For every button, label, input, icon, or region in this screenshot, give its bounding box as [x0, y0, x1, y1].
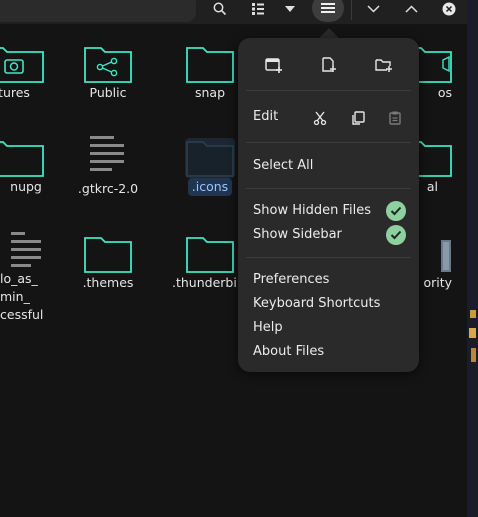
file-item[interactable]: .gtkrc-2.0 [60, 134, 156, 198]
file-item[interactable]: nupg [0, 138, 62, 196]
menu-separator [246, 257, 411, 258]
file-label: .gtkrc-2.0 [77, 181, 139, 196]
cut-button[interactable] [308, 108, 332, 128]
file-label: Public [89, 85, 127, 100]
menu-icon-row [238, 50, 419, 80]
folder-icon [185, 138, 235, 178]
close-icon [442, 2, 456, 16]
file-item[interactable]: .themes [60, 234, 156, 292]
show-hidden-files-check[interactable] [386, 201, 406, 221]
new-document-button[interactable] [309, 50, 349, 80]
chevron-down-icon [285, 6, 295, 12]
file-item[interactable]: Public [60, 44, 156, 102]
file-item[interactable]: tures [0, 44, 62, 102]
folder-icon [0, 141, 44, 177]
header-separator [351, 0, 352, 20]
folder-icon [186, 237, 234, 273]
help-item[interactable]: Help [253, 319, 283, 337]
checkmark-icon [390, 230, 402, 240]
list-view-icon [252, 3, 264, 15]
minimize-button[interactable] [362, 0, 384, 18]
file-item[interactable]: lo_as_ min_ cessful [0, 230, 62, 324]
paste-icon [389, 111, 401, 125]
keyboard-shortcuts-item[interactable]: Keyboard Shortcuts [253, 295, 380, 313]
edit-row: Edit [238, 108, 419, 128]
file-label: lo_as_ min_ cessful [0, 271, 44, 322]
file-label: tures [0, 85, 30, 100]
desktop-wallpaper-detail [469, 310, 476, 362]
checkmark-icon [390, 206, 402, 216]
chevron-up-icon [404, 5, 418, 13]
preferences-item[interactable]: Preferences [253, 271, 329, 289]
close-button[interactable] [439, 0, 459, 18]
folder-pictures-icon [0, 47, 44, 83]
new-document-icon [321, 57, 336, 72]
menu-separator [246, 90, 411, 91]
main-menu-button[interactable] [312, 0, 344, 22]
copy-icon [352, 111, 365, 125]
text-file-icon [11, 232, 41, 267]
copy-button[interactable] [346, 108, 370, 128]
main-menu-popover: Edit Select All Show Hidden Files Show S… [238, 38, 419, 372]
new-folder-button[interactable] [364, 50, 404, 80]
search-icon [213, 2, 227, 16]
menu-separator [246, 142, 411, 143]
chevron-down-icon [366, 5, 380, 13]
file-label: .icons [187, 178, 233, 196]
show-sidebar-check[interactable] [386, 225, 406, 245]
file-label: .themes [82, 275, 134, 290]
show-sidebar-item[interactable]: Show Sidebar [253, 226, 342, 244]
paste-button [383, 108, 407, 128]
file-label: nupg [10, 179, 42, 194]
folder-icon [84, 237, 132, 273]
menu-separator [246, 188, 411, 189]
folder-icon [186, 47, 234, 83]
maximize-button[interactable] [400, 0, 422, 18]
new-folder-icon [374, 59, 392, 72]
new-window-icon [264, 58, 282, 73]
view-options-button[interactable] [281, 0, 299, 18]
show-hidden-files-item[interactable]: Show Hidden Files [253, 202, 371, 220]
path-bar[interactable] [0, 0, 196, 22]
search-button[interactable] [208, 0, 232, 18]
view-toggle-button[interactable] [248, 0, 268, 18]
cut-icon [313, 111, 327, 125]
text-file-icon [90, 136, 124, 171]
edit-label: Edit [253, 109, 279, 124]
about-item[interactable]: About Files [253, 343, 324, 361]
select-all-item[interactable]: Select All [253, 157, 313, 175]
folder-share-icon [84, 47, 132, 83]
hamburger-menu-icon [321, 3, 335, 13]
new-window-button[interactable] [254, 50, 294, 80]
header-bar [0, 0, 467, 24]
